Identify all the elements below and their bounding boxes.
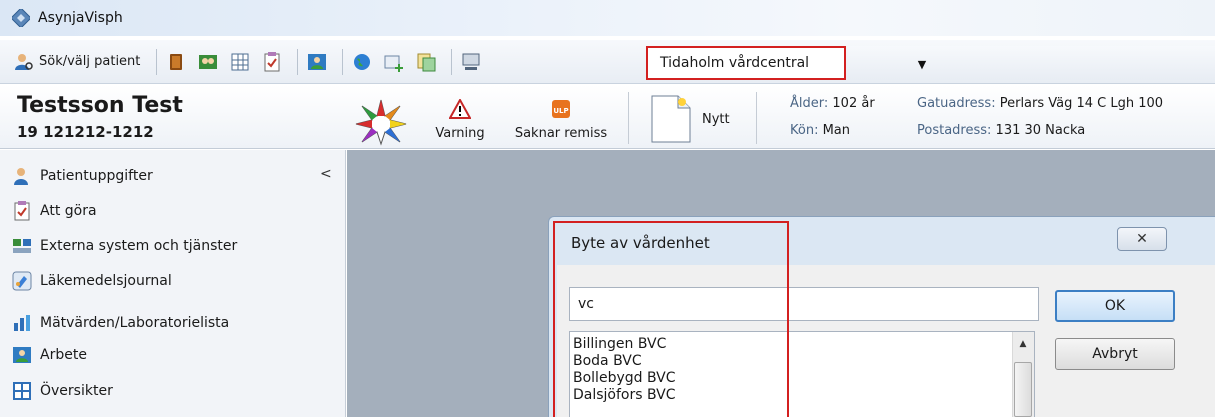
sex-label: Kön: [790,123,819,138]
sidebar-item-overviews[interactable]: Översikter [12,376,113,406]
work-person-icon [13,347,31,363]
header-separator [628,92,629,144]
close-icon[interactable]: ✕ [1117,227,1167,251]
new-document-icon [651,95,691,143]
toolbar-separator [156,48,158,75]
external-systems-icon [13,239,31,253]
collapse-sidebar-icon[interactable]: < [320,166,332,182]
scroll-up-icon[interactable]: ▲ [1014,336,1032,352]
missing-referral-label: Saknar remiss [514,126,608,141]
sidebar-item-label: Externa system och tjänster [40,238,238,254]
sidebar-item-label: Översikter [40,383,113,399]
group-users-icon[interactable] [197,51,219,73]
age-label: Ålder: [790,96,829,111]
street-label: Gatuadress: [917,96,996,111]
calendar-grid-icon[interactable] [229,51,251,73]
warning-button[interactable]: Varning [426,97,494,141]
sidebar-item-patient-info[interactable]: Patientuppgifter [12,161,153,191]
warning-label: Varning [435,126,485,141]
checklist-icon [14,201,30,221]
sex-info: Kön: Man [790,123,850,138]
sidebar-item-label: Läkemedelsjournal [40,273,172,289]
toolbar-separator [451,48,453,75]
sidebar-item-label: Mätvärden/Laboratorielista [40,315,230,331]
new-label: Nytt [702,111,730,127]
sidebar-item-work[interactable]: Arbete [12,340,87,370]
medication-icon [12,271,32,291]
sex-value: Man [822,123,851,138]
window-titlebar: AsynjaVisph [0,0,1215,36]
warning-triangle-icon [448,97,472,119]
postal-info: Postadress: 131 30 Nacka [917,123,1085,138]
cancel-button[interactable]: Avbryt [1055,338,1175,370]
ok-button[interactable]: OK [1055,290,1175,322]
sidebar-item-label: Arbete [40,347,87,363]
ulp-badge-icon: ULP [552,100,570,118]
scrollbar-thumb[interactable] [1014,362,1032,417]
age-value: 102 år [832,96,875,111]
postal-label: Postadress: [917,123,992,138]
sidebar-item-todo[interactable]: Att göra [12,196,97,226]
toolbar-separator [342,48,344,75]
add-window-icon[interactable] [383,51,405,73]
highlight-frame [553,221,789,417]
toolbar-separator [297,48,299,75]
street-value: Perlars Väg 14 C Lgh 100 [999,96,1164,111]
sidebar-item-label: Att göra [40,203,97,219]
work-person-icon[interactable] [306,51,328,73]
globe-icon[interactable] [351,51,373,73]
app-logo-icon [12,9,30,27]
checklist-icon[interactable] [261,51,283,73]
sidebar-item-external-systems[interactable]: Externa system och tjänster [12,231,237,261]
street-info: Gatuadress: Perlars Väg 14 C Lgh 100 [917,96,1215,111]
lab-chart-icon [14,315,30,331]
sidebar-item-measurements[interactable]: Mätvärden/Laboratorielista [12,308,229,338]
search-patient-button[interactable]: Sök/välj patient [10,47,144,77]
person-search-icon [15,53,33,70]
sidebar-item-label: Patientuppgifter [40,168,153,184]
missing-referral-button[interactable]: ULP Saknar remiss [500,99,622,141]
overview-grid-icon [13,382,31,400]
unit-dropdown-background [848,46,1215,80]
care-unit-selected: Tidaholm vårdcentral [660,55,810,71]
patient-name: Testsson Test [17,93,183,118]
person-icon [14,168,28,185]
computer-monitor-icon[interactable] [460,51,482,73]
journal-book-icon[interactable] [165,51,187,73]
postal-value: 131 30 Nacka [995,123,1086,138]
new-document-button[interactable]: Nytt [648,92,734,146]
chevron-down-icon[interactable]: ▼ [912,54,932,74]
transfer-docs-icon[interactable] [415,51,437,73]
svg-text:ULP: ULP [553,107,568,115]
care-unit-select[interactable]: Tidaholm vårdcentral [646,46,846,80]
search-patient-label: Sök/välj patient [39,54,141,69]
age-info: Ålder: 102 år [790,96,875,111]
header-separator [756,92,757,144]
patient-id: 19 121212-1212 [17,123,154,141]
medical-alert-star-icon[interactable] [354,98,408,146]
sidebar-item-medication-journal[interactable]: Läkemedelsjournal [12,266,172,296]
window-title: AsynjaVisph [38,10,123,26]
